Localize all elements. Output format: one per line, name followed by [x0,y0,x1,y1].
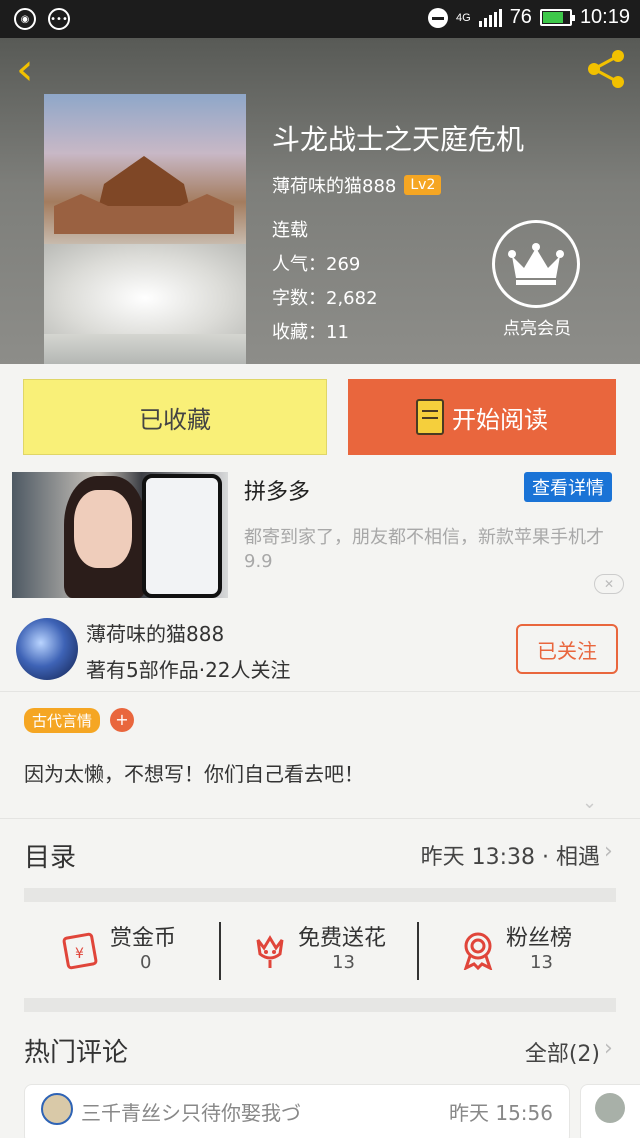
comment-card[interactable]: 三千青丝シ只待你娶我づ 昨天 15:56 [24,1084,570,1138]
book-description: 因为太懒，不想写！你们自己看去吧！ [24,762,364,786]
ad-image[interactable] [12,472,228,598]
book-cover-image[interactable] [44,94,246,364]
stats-row: ¥ 赏金币 0 免费送花 13 粉丝榜 13 [0,904,640,998]
book-meta: 连载 人气：269 字数：2,682 收藏：11 [272,214,378,350]
clock: 10:19 [579,6,630,28]
book-icon [416,399,444,435]
hot-comments-title: 热门评论 [24,1038,129,1068]
reward-label: 赏金币 [110,926,177,951]
vip-button[interactable]: 点亮会员 [492,220,582,339]
book-author[interactable]: 薄荷味的猫888 Lv2 [272,172,442,198]
popularity: 人气：269 [272,254,361,275]
ad-detail-button[interactable]: 查看详情 [524,472,612,502]
divider [24,998,616,1012]
medal-icon [458,930,498,971]
fans-label: 粉丝榜 [506,926,573,951]
table-of-contents-row[interactable]: 目录 昨天 13:38 · 相遇 › [0,818,640,888]
do-not-disturb-icon [428,7,448,28]
back-icon[interactable]: ‹ [16,48,46,92]
author-card-name: 薄荷味的猫888 [86,622,225,646]
chevron-right-icon[interactable]: › [604,1036,618,1061]
divider [24,888,616,902]
avatar[interactable] [595,1093,625,1123]
avatar[interactable] [16,618,78,680]
ad-description: 都寄到家了，朋友都不相信，新款苹果手机才9.9 [244,527,604,572]
fans-ranking-button[interactable]: 粉丝榜 13 [458,918,640,984]
chevron-right-icon: › [604,839,613,864]
network-type: 4G [456,11,471,24]
toc-label: 目录 [24,843,77,873]
author-card-summary: 著有5部作品·22人关注 [86,658,291,682]
add-tag-button[interactable]: + [110,708,134,732]
favorite-count: 收藏：11 [272,322,349,343]
author-name: 薄荷味的猫888 [272,176,397,197]
latest-chapter: 昨天 13:38 · 相遇 [420,845,600,870]
app-notification-icon: ◉ [14,8,36,30]
author-level-badge: Lv2 [404,175,442,195]
comment-card[interactable] [580,1084,640,1138]
battery-level: 76 [509,6,532,28]
start-reading-button[interactable]: 开始阅读 [348,379,616,455]
comment-time: 昨天 15:56 [449,1101,553,1125]
ad-close-icon[interactable]: ✕ [594,574,624,594]
status-bar: ◉ ••• 4G 76 10:19 [0,0,640,38]
word-count: 字数：2,682 [272,288,378,309]
free-flowers-button[interactable]: 免费送花 13 [250,918,450,984]
start-reading-label: 开始阅读 [452,405,548,434]
genre-tag[interactable]: 古代言情 [24,708,101,733]
vip-label: 点亮会员 [503,319,571,339]
expand-chevron-icon[interactable]: ⌄ [582,792,602,813]
crown-icon [492,220,580,308]
svg-text:¥: ¥ [75,946,84,962]
ad-banner[interactable]: 拼多多 查看详情 都寄到家了，朋友都不相信，新款苹果手机才9.9 ✕ [0,470,640,600]
share-icon[interactable] [586,48,628,90]
avatar[interactable] [41,1093,73,1125]
book-title: 斗龙战士之天庭危机 [272,123,525,156]
reward-count: 0 [140,952,152,973]
more-notification-icon: ••• [48,8,70,30]
flowers-count: 13 [332,952,355,973]
all-comments-link[interactable]: 全部(2) [525,1036,600,1068]
reward-coins-button[interactable]: ¥ 赏金币 0 [62,918,262,984]
fans-count: 13 [530,952,553,973]
battery-icon [539,9,575,26]
serial-status: 连载 [272,220,308,241]
comment-user: 三千青丝シ只待你娶我づ [81,1101,301,1125]
follow-button[interactable]: 已关注 [516,624,618,674]
red-envelope-icon: ¥ [62,930,102,970]
flower-icon [250,930,290,970]
flowers-label: 免费送花 [298,926,387,951]
signal-icon [478,8,502,27]
book-header: ‹ 斗龙战士之天庭危机 薄荷味的猫888 Lv2 连载 人气：269 字数：2,… [0,38,640,364]
ad-title: 拼多多 [244,480,311,505]
collected-button[interactable]: 已收藏 [23,379,327,455]
author-card[interactable]: 薄荷味的猫888 著有5部作品·22人关注 已关注 [0,606,640,692]
